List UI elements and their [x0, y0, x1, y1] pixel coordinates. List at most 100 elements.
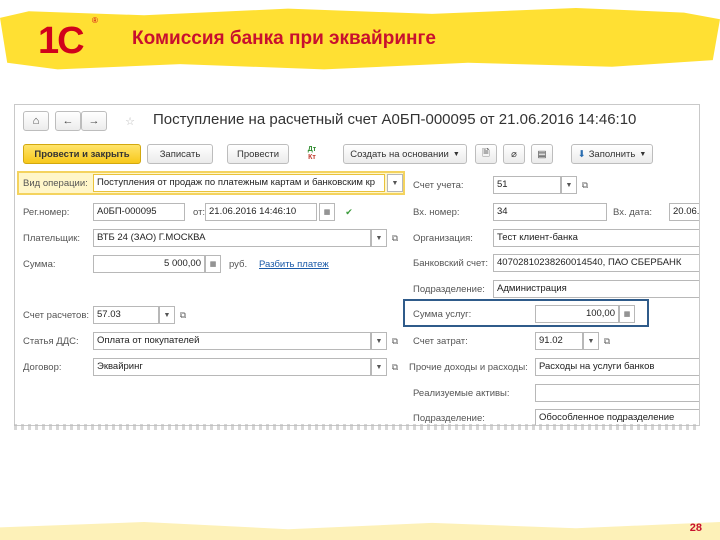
chevron-down-icon: ▼ — [375, 234, 383, 242]
paperclip-icon: ⌀ — [511, 148, 517, 160]
dds-label: Статья ДДС: — [23, 336, 79, 347]
slide-title: Комиссия банка при эквайринге — [132, 28, 436, 49]
date-field[interactable]: 21.06.2016 14:46:10 — [205, 203, 317, 221]
reg-num-label: Рег.номер: — [23, 207, 70, 218]
op-type-label: Вид операции: — [23, 178, 88, 189]
open-icon: ⧉ — [179, 309, 187, 320]
chevron-down-icon: ▼ — [375, 337, 383, 345]
in-num-field[interactable]: 34 — [493, 203, 607, 221]
fill-arrow-icon: ⬇ — [577, 148, 586, 160]
settle-account-label: Счет расчетов: — [23, 310, 90, 321]
expense-account-field[interactable]: 91.02 — [535, 332, 583, 350]
bank-account-field[interactable]: 40702810238260014540, ПАО СБЕРБАНК — [493, 254, 699, 272]
window-header: ⌂ ← → ☆ Поступление на расчетный счет А0… — [15, 105, 699, 137]
assets-field[interactable] — [535, 384, 699, 402]
document-icon: 🗎 — [482, 148, 490, 159]
other-income-field[interactable]: Расходы на услуги банков — [535, 358, 699, 376]
footer-band — [0, 522, 720, 540]
op-type-dropdown[interactable]: ▼ — [387, 174, 403, 192]
print-button[interactable]: 🗎 — [475, 144, 497, 164]
registered-mark: ® — [92, 16, 98, 25]
settle-account-field[interactable]: 57.03 — [93, 306, 159, 324]
payer-field[interactable]: ВТБ 24 (ЗАО) Г.МОСКВА — [93, 229, 371, 247]
create-based-on-button[interactable]: Создать на основании ▼ — [343, 144, 467, 164]
account-label: Счет учета: — [413, 180, 464, 191]
op-type-field[interactable]: Поступления от продаж по платежным карта… — [93, 174, 385, 192]
chevron-down-icon: ▼ — [639, 150, 647, 158]
service-fee-calc-button[interactable]: ▦ — [619, 305, 635, 323]
post-button[interactable]: Провести — [227, 144, 289, 164]
expense-account-label: Счет затрат: — [413, 336, 468, 347]
contract-dropdown[interactable]: ▼ — [371, 358, 387, 376]
org-label: Организация: — [413, 233, 473, 244]
date-label: от: — [193, 207, 206, 218]
save-button[interactable]: Записать — [147, 144, 213, 164]
star-icon: ☆ — [125, 115, 135, 128]
open-icon: ⧉ — [391, 361, 399, 372]
department2-label: Подразделение: — [413, 413, 485, 424]
torn-edge — [14, 424, 700, 430]
chevron-down-icon: ▼ — [375, 363, 383, 371]
amount-field[interactable]: 5 000,00 — [93, 255, 205, 273]
in-date-label: Вх. дата: — [613, 207, 653, 218]
org-field[interactable]: Тест клиент-банка — [493, 229, 699, 247]
contract-field[interactable]: Эквайринг — [93, 358, 371, 376]
dtkt-button[interactable]: Дт Кт — [297, 144, 327, 164]
toolbar: Провести и закрыть Записать Провести Дт … — [15, 141, 699, 167]
chevron-down-icon: ▼ — [452, 150, 460, 158]
amount-calc-button[interactable]: ▦ — [205, 255, 221, 273]
assets-label: Реализуемые активы: — [413, 388, 510, 399]
favorite-button[interactable]: ☆ — [119, 111, 141, 131]
expense-account-open-button[interactable]: ⧉ — [599, 332, 615, 350]
window-title: Поступление на расчетный счет А0БП-00009… — [153, 111, 637, 128]
home-icon: ⌂ — [32, 115, 40, 127]
account-dropdown[interactable]: ▼ — [561, 176, 577, 194]
payer-label: Плательщик: — [23, 233, 81, 244]
split-payment-link[interactable]: Разбить платеж — [259, 259, 329, 270]
logo-1c: 1С — [38, 20, 85, 62]
forward-button[interactable]: → — [81, 111, 107, 131]
page-number: 28 — [689, 522, 702, 534]
service-fee-field[interactable]: 100,00 — [535, 305, 619, 323]
calendar-button[interactable]: ▦ — [319, 203, 335, 221]
service-fee-label: Сумма услуг: — [413, 309, 472, 320]
settle-account-open-button[interactable]: ⧉ — [175, 306, 191, 324]
open-icon: ⧉ — [603, 335, 611, 346]
dds-open-button[interactable]: ⧉ — [387, 332, 403, 350]
chevron-down-icon: ▼ — [391, 179, 399, 187]
report-button[interactable]: ▤ — [531, 144, 553, 164]
kt-label: Кт — [308, 154, 316, 161]
open-icon: ⧉ — [581, 179, 589, 190]
payer-dropdown[interactable]: ▼ — [371, 229, 387, 247]
department-label: Подразделение: — [413, 284, 485, 295]
other-income-label: Прочие доходы и расходы: — [409, 362, 528, 373]
account-open-button[interactable]: ⧉ — [577, 176, 593, 194]
arrow-left-icon: ← — [62, 115, 74, 127]
fill-label: Заполнить — [588, 148, 636, 160]
open-icon: ⧉ — [391, 232, 399, 243]
dds-field[interactable]: Оплата от покупателей — [93, 332, 371, 350]
create-based-on-label: Создать на основании — [350, 148, 449, 160]
dds-dropdown[interactable]: ▼ — [371, 332, 387, 350]
contract-open-button[interactable]: ⧉ — [387, 358, 403, 376]
settle-account-dropdown[interactable]: ▼ — [159, 306, 175, 324]
fill-button[interactable]: ⬇ Заполнить ▼ — [571, 144, 653, 164]
reg-num-field[interactable]: А0БП-000095 — [93, 203, 185, 221]
chevron-down-icon: ▼ — [163, 311, 171, 319]
chevron-down-icon: ▼ — [565, 181, 573, 189]
currency-label: руб. — [229, 259, 248, 270]
home-button[interactable]: ⌂ — [23, 111, 49, 131]
account-field[interactable]: 51 — [493, 176, 561, 194]
amount-label: Сумма: — [23, 259, 56, 270]
payer-open-button[interactable]: ⧉ — [387, 229, 403, 247]
open-icon: ⧉ — [391, 335, 399, 346]
expense-account-dropdown[interactable]: ▼ — [583, 332, 599, 350]
contract-label: Договор: — [23, 362, 62, 373]
arrow-right-icon: → — [88, 115, 100, 127]
post-and-close-button[interactable]: Провести и закрыть — [23, 144, 141, 164]
attach-button[interactable]: ⌀ — [503, 144, 525, 164]
check-icon[interactable]: ✔ — [341, 203, 357, 221]
in-date-field[interactable]: 20.06.2 — [669, 203, 699, 221]
back-button[interactable]: ← — [55, 111, 81, 131]
department-field[interactable]: Администрация — [493, 280, 699, 298]
